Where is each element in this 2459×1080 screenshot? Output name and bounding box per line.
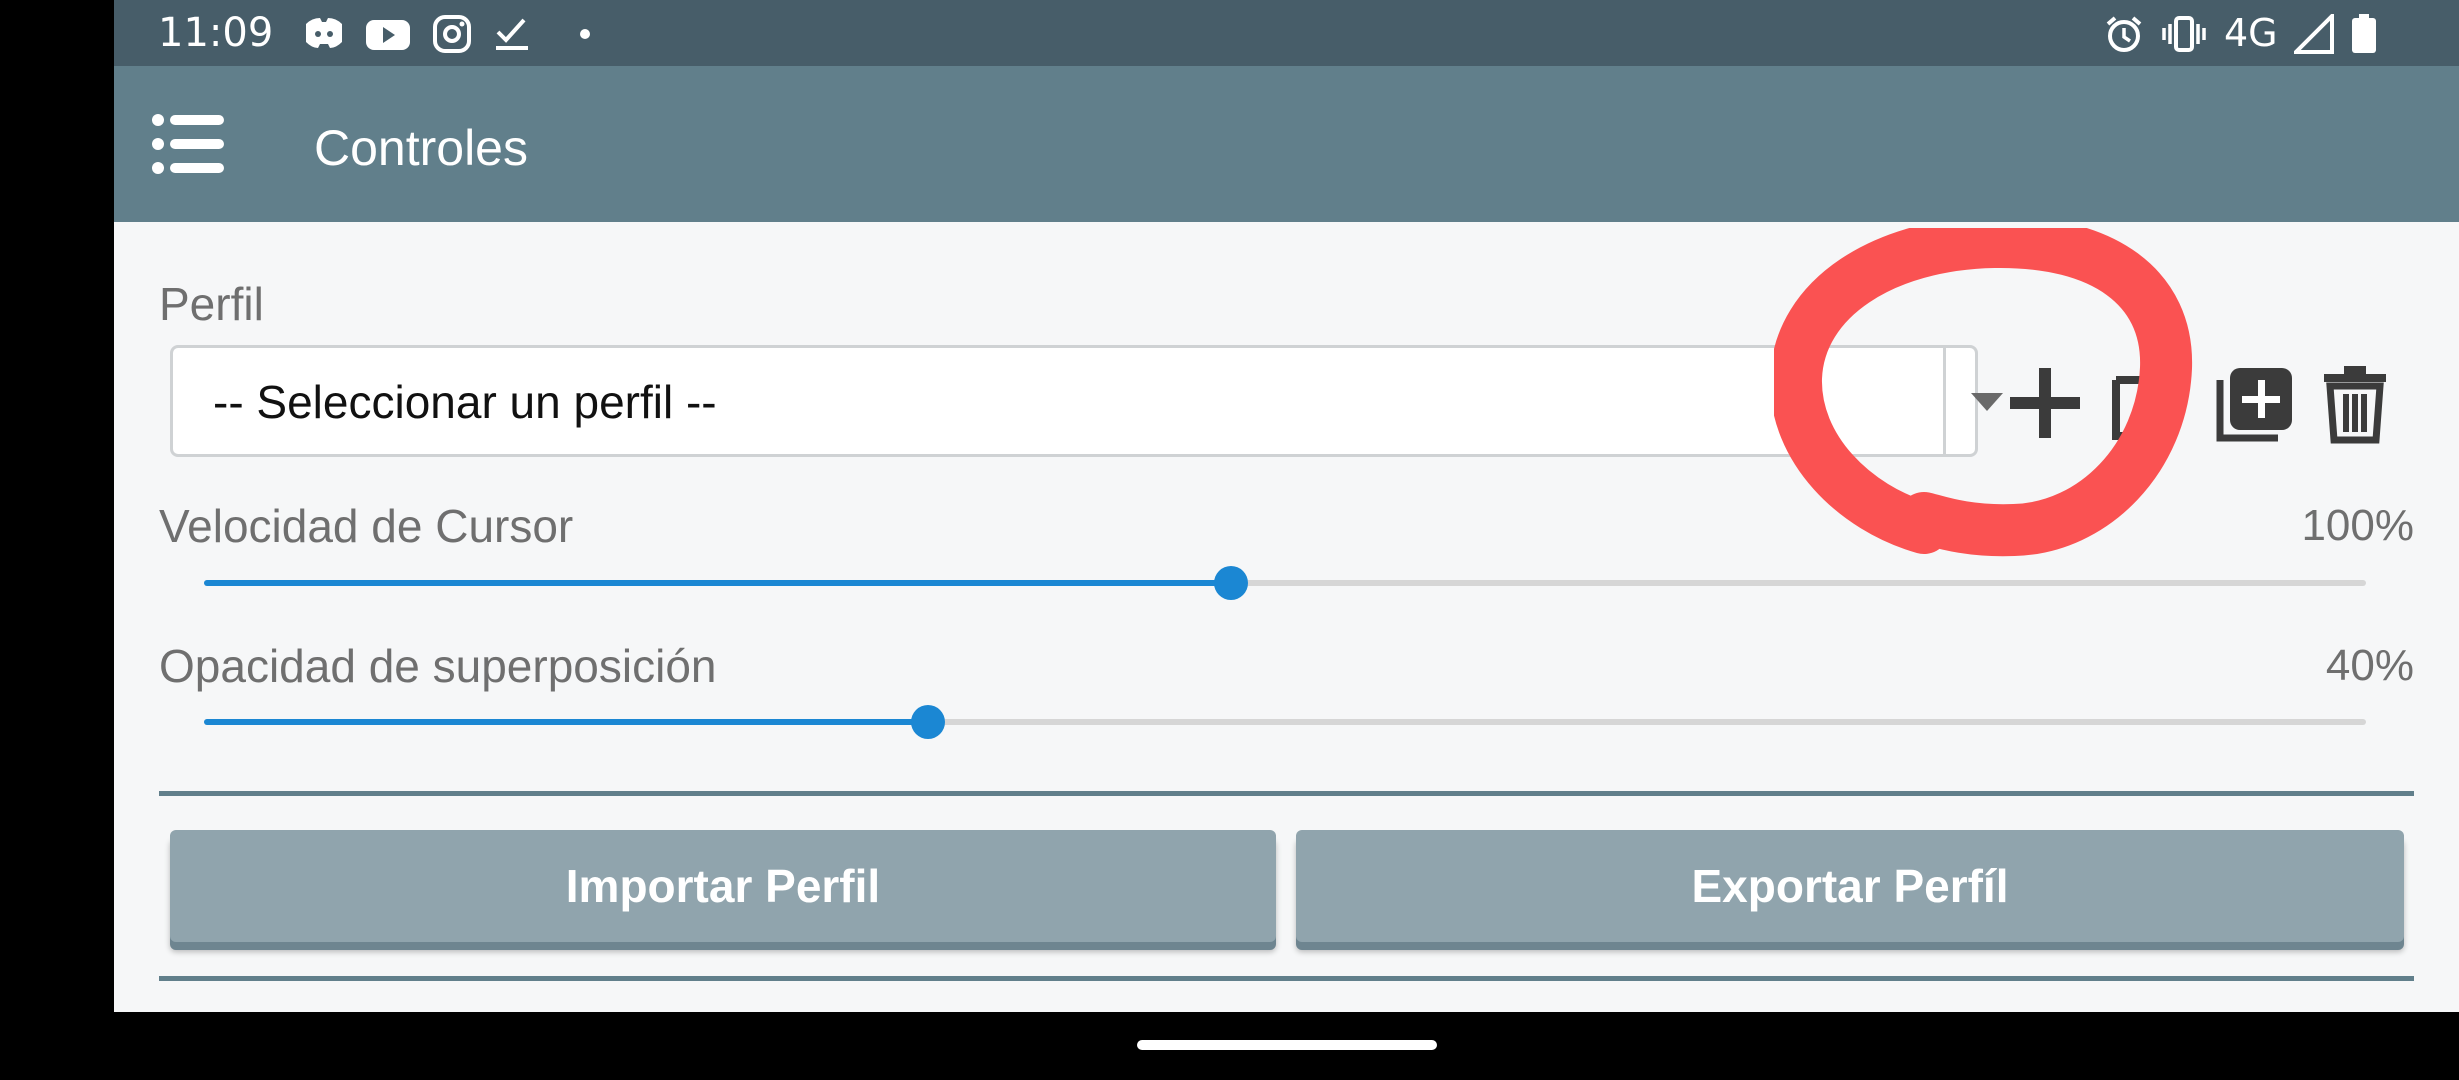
vibrate-icon bbox=[2162, 16, 2206, 52]
dot-icon bbox=[580, 29, 590, 39]
import-profile-button[interactable]: Importar Perfil bbox=[170, 830, 1276, 942]
status-time: 11:09 bbox=[158, 10, 274, 56]
navigation-handle[interactable] bbox=[1137, 1040, 1437, 1050]
cursor-speed-slider-fill bbox=[204, 580, 1231, 586]
overlay-opacity-slider[interactable] bbox=[204, 705, 2366, 739]
phone-screen: 11:09 4G Controles Perfil -- Seleccionar… bbox=[114, 0, 2459, 1012]
profile-select[interactable]: -- Seleccionar un perfil -- bbox=[170, 345, 2003, 457]
cursor-speed-value: 100% bbox=[2301, 501, 2414, 550]
profile-label: Perfil bbox=[159, 278, 264, 330]
tasks-check-icon bbox=[496, 18, 528, 50]
edit-icon[interactable] bbox=[2108, 362, 2190, 444]
network-type: 4G bbox=[2224, 11, 2278, 55]
cursor-speed-slider[interactable] bbox=[204, 566, 2366, 600]
overlay-opacity-label: Opacidad de superposición bbox=[159, 640, 717, 692]
profile-select-value: -- Seleccionar un perfil -- bbox=[213, 376, 717, 428]
overlay-opacity-slider-fill bbox=[204, 719, 929, 725]
section-divider-bottom bbox=[159, 976, 2414, 981]
alarm-icon bbox=[2106, 16, 2142, 52]
chevron-down-icon[interactable] bbox=[1969, 391, 2005, 413]
page-title: Controles bbox=[314, 120, 528, 176]
overlay-opacity-value: 40% bbox=[2325, 641, 2414, 690]
youtube-icon bbox=[366, 20, 410, 50]
add-icon[interactable] bbox=[2004, 362, 2086, 444]
discord-icon bbox=[306, 18, 342, 48]
delete-icon[interactable] bbox=[2314, 362, 2396, 444]
select-divider bbox=[1943, 348, 1946, 454]
duplicate-icon[interactable] bbox=[2214, 362, 2296, 444]
export-profile-button[interactable]: Exportar Perfíl bbox=[1296, 830, 2404, 942]
instagram-icon bbox=[433, 15, 471, 53]
cursor-speed-slider-thumb[interactable] bbox=[1213, 566, 1248, 600]
battery-icon bbox=[2352, 14, 2376, 53]
cursor-speed-label: Velocidad de Cursor bbox=[159, 500, 574, 552]
app-bar: Controles bbox=[114, 66, 2459, 222]
menu-list-icon[interactable] bbox=[150, 108, 226, 180]
section-divider-top bbox=[159, 791, 2414, 796]
status-bar: 11:09 4G bbox=[114, 0, 2459, 66]
signal-icon bbox=[2294, 14, 2334, 54]
overlay-opacity-slider-thumb[interactable] bbox=[911, 705, 946, 739]
